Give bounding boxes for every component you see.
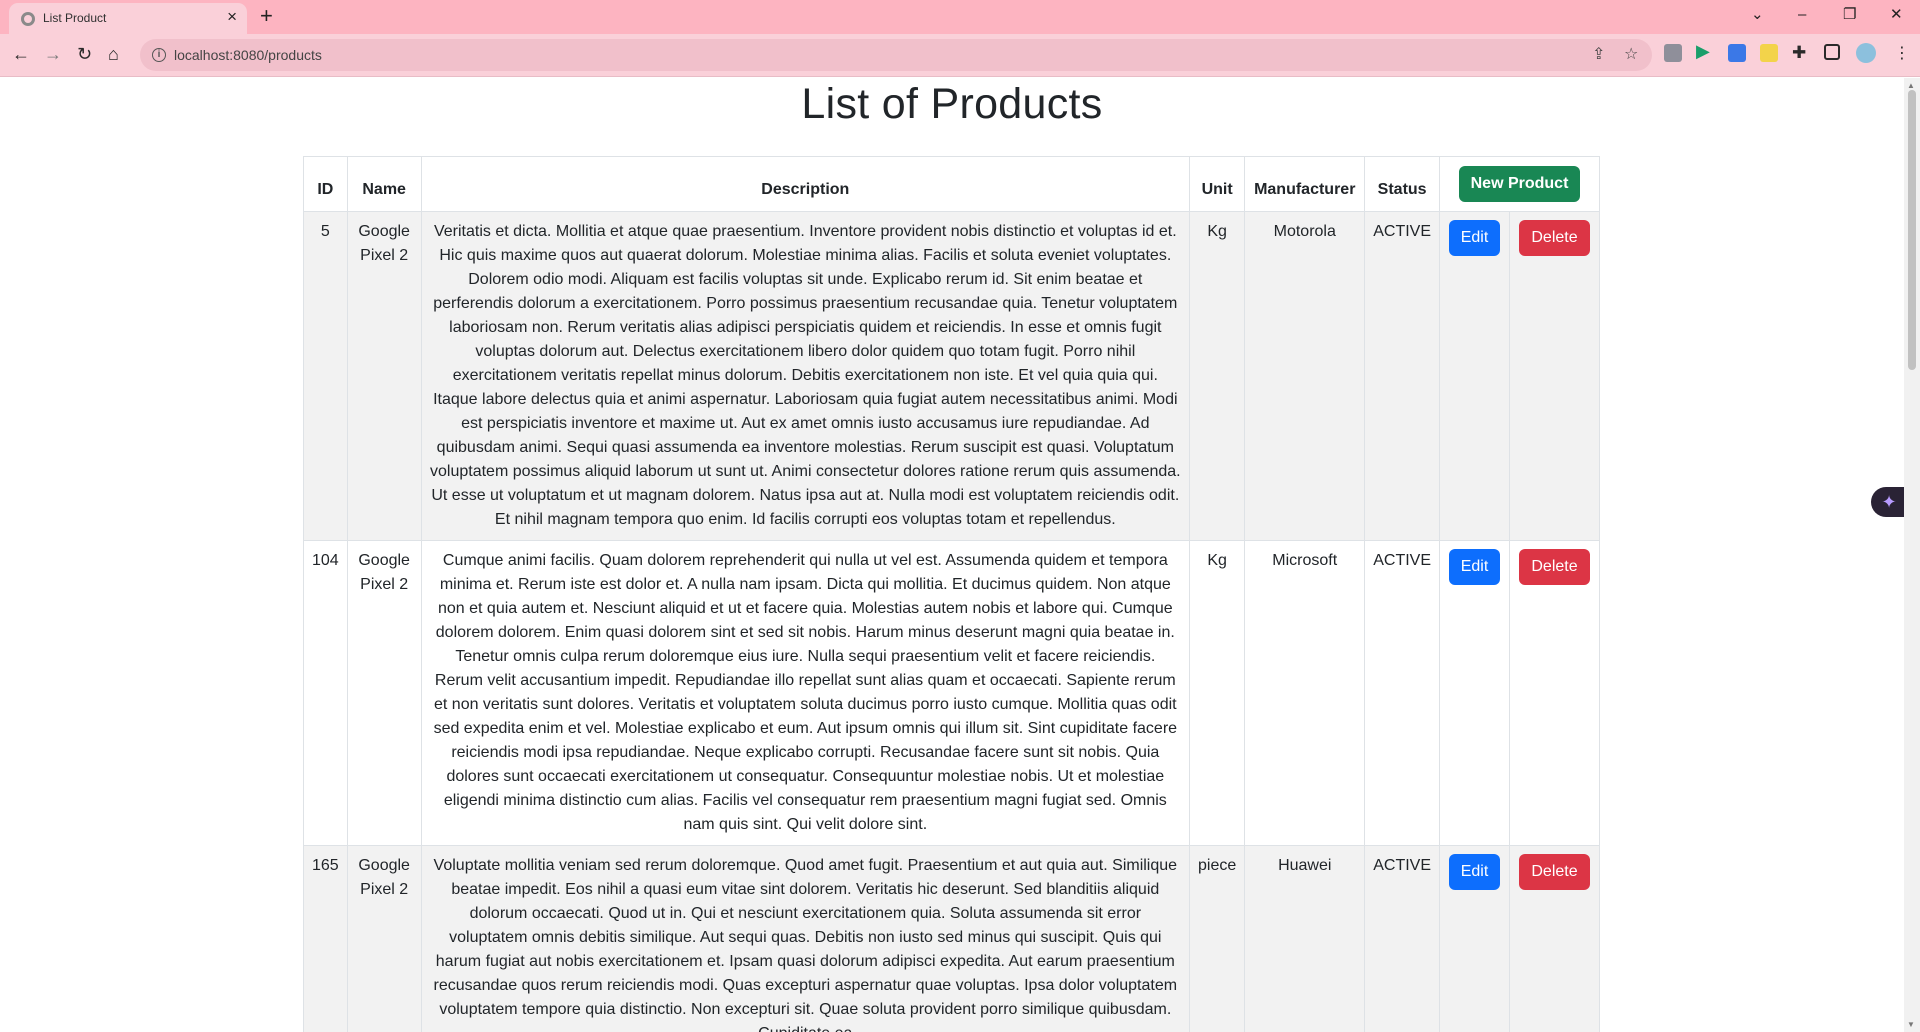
header-id: ID <box>303 156 348 212</box>
new-tab-icon[interactable]: + <box>260 2 273 30</box>
home-icon[interactable]: ⌂ <box>108 42 119 66</box>
cell-status: ACTIVE <box>1364 540 1441 846</box>
header-manufacturer: Manufacturer <box>1244 156 1366 212</box>
products-table: ID Name Description Unit Manufacturer St… <box>303 156 1600 1032</box>
cell-delete: Delete <box>1509 211 1600 541</box>
reload-icon[interactable]: ↻ <box>77 42 92 66</box>
edit-button[interactable]: Edit <box>1448 854 1501 890</box>
cell-manufacturer: Huawei <box>1244 845 1366 1032</box>
close-tab-icon[interactable]: × <box>227 8 237 26</box>
restore-icon[interactable]: ❐ <box>1843 4 1856 26</box>
extensions-puzzle-icon[interactable]: ✚ <box>1792 44 1810 62</box>
cell-status: ACTIVE <box>1364 845 1441 1032</box>
cell-edit: Edit <box>1439 845 1510 1032</box>
header-description: Description <box>420 156 1191 212</box>
cell-id: 5 <box>303 211 348 541</box>
page-scrollbar[interactable]: ▲ ▼ <box>1904 78 1920 1032</box>
back-icon[interactable]: ← <box>12 42 30 66</box>
browser-toolbar: ← → ↻ ⌂ i localhost:8080/products ⇪ ☆ ▶ … <box>0 34 1920 77</box>
cell-id: 165 <box>303 845 348 1032</box>
tab-search-icon[interactable]: ⌄ <box>1751 4 1764 26</box>
edit-button[interactable]: Edit <box>1448 549 1501 585</box>
cell-description: Voluptate mollitia veniam sed rerum dolo… <box>420 845 1191 1032</box>
cell-delete: Delete <box>1509 845 1600 1032</box>
delete-button[interactable]: Delete <box>1519 854 1590 890</box>
header-name: Name <box>346 156 422 212</box>
cell-description: Veritatis et dicta. Mollitia et atque qu… <box>420 211 1191 541</box>
header-unit: Unit <box>1189 156 1246 212</box>
scrollbar-thumb[interactable] <box>1908 90 1916 370</box>
cell-id: 104 <box>303 540 348 846</box>
url-text[interactable]: localhost:8080/products <box>174 47 322 63</box>
cell-description: Cumque animi facilis. Quam dolorem repre… <box>420 540 1191 846</box>
minimize-icon[interactable]: – <box>1798 4 1806 26</box>
scroll-down-icon[interactable]: ▼ <box>1907 1020 1915 1029</box>
page-viewport: List of Products ID Name Description Uni… <box>0 78 1904 1032</box>
cell-delete: Delete <box>1509 540 1600 846</box>
tab-title: List Product <box>43 11 107 25</box>
info-icon[interactable]: i <box>152 48 166 62</box>
browser-tabstrip: List Product × + ⌄ – ❐ ✕ <box>0 0 1920 34</box>
table-row: 5 Google Pixel 2 Veritatis et dicta. Mol… <box>303 211 1600 541</box>
cell-name: Google Pixel 2 <box>346 211 422 541</box>
play-extension-icon[interactable]: ▶ <box>1696 42 1714 60</box>
browser-tab[interactable]: List Product × <box>9 3 247 34</box>
cell-manufacturer: Microsoft <box>1244 540 1366 846</box>
cell-status: ACTIVE <box>1364 211 1441 541</box>
header-status: Status <box>1364 156 1441 212</box>
cell-unit: Kg <box>1189 211 1246 541</box>
delete-button[interactable]: Delete <box>1519 549 1590 585</box>
page-title: List of Products <box>801 80 1103 128</box>
header-actions: New Product <box>1439 156 1600 212</box>
window-close-icon[interactable]: ✕ <box>1890 4 1903 26</box>
table-row: 165 Google Pixel 2 Voluptate mollitia ve… <box>303 845 1600 1032</box>
profile-avatar[interactable] <box>1856 43 1876 63</box>
cell-edit: Edit <box>1439 211 1510 541</box>
forward-icon[interactable]: → <box>44 42 62 66</box>
globe-icon <box>21 12 35 26</box>
cell-manufacturer: Motorola <box>1244 211 1366 541</box>
scroll-up-icon[interactable]: ▲ <box>1907 81 1915 90</box>
extension-icon-yellow[interactable] <box>1760 44 1778 62</box>
new-product-button[interactable]: New Product <box>1458 166 1581 202</box>
extension-icon[interactable] <box>1664 44 1682 62</box>
cell-edit: Edit <box>1439 540 1510 846</box>
share-icon[interactable]: ⇪ <box>1592 44 1605 66</box>
table-row: 104 Google Pixel 2 Cumque animi facilis.… <box>303 540 1600 846</box>
cell-unit: piece <box>1189 845 1246 1032</box>
side-panel-icon[interactable] <box>1824 44 1840 60</box>
ai-assistant-sparkle-icon[interactable]: ✦ <box>1871 487 1904 517</box>
table-header-row: ID Name Description Unit Manufacturer St… <box>303 156 1600 212</box>
translate-extension-icon[interactable] <box>1728 44 1746 62</box>
cell-name: Google Pixel 2 <box>346 845 422 1032</box>
cell-name: Google Pixel 2 <box>346 540 422 846</box>
more-menu-icon[interactable]: ⋮ <box>1894 42 1910 66</box>
edit-button[interactable]: Edit <box>1448 220 1501 256</box>
cell-unit: Kg <box>1189 540 1246 846</box>
delete-button[interactable]: Delete <box>1519 220 1590 256</box>
address-bar[interactable]: i localhost:8080/products ⇪ ☆ <box>140 39 1652 71</box>
bookmark-star-icon[interactable]: ☆ <box>1624 44 1638 66</box>
